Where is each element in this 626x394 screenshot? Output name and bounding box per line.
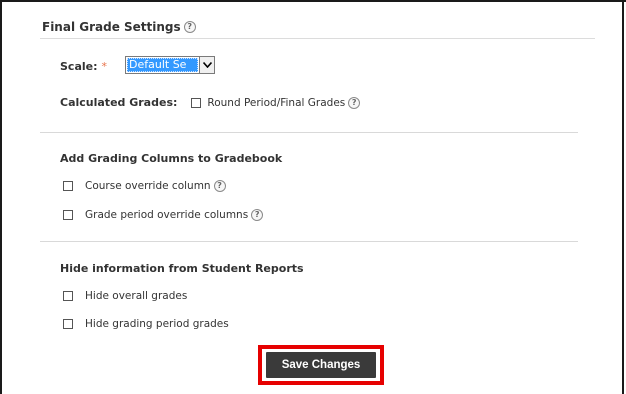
save-changes-button[interactable]: Save Changes [266, 352, 376, 378]
hide-info-title: Hide information from Student Reports [60, 262, 304, 275]
right-border [622, 0, 624, 394]
hide-overall-row: Hide overall grades [63, 290, 187, 302]
hide-overall-checkbox[interactable] [63, 291, 73, 301]
grading-columns-title: Add Grading Columns to Gradebook [60, 152, 283, 165]
hide-overall-label: Hide overall grades [85, 290, 188, 302]
hide-period-checkbox[interactable] [63, 319, 73, 329]
scale-label: Scale: [60, 60, 98, 73]
grade-period-override-checkbox[interactable] [63, 210, 73, 220]
calculated-grades-label: Calculated Grades: [60, 96, 178, 109]
section-divider [40, 38, 595, 39]
required-marker: * [101, 60, 108, 73]
course-override-label: Course override column [85, 180, 211, 192]
scale-select-value: Default Se [127, 58, 198, 72]
round-grades-checkbox[interactable] [191, 97, 202, 108]
hide-period-row: Hide grading period grades [63, 318, 229, 330]
grade-period-override-label: Grade period override columns [85, 209, 249, 221]
round-grades-label: Round Period/Final Grades [207, 96, 346, 109]
help-icon[interactable]: ? [348, 96, 361, 109]
hide-period-label: Hide grading period grades [85, 318, 229, 330]
section-title-text: Final Grade Settings [42, 20, 181, 34]
help-icon[interactable]: ? [213, 180, 226, 192]
divider [40, 241, 578, 242]
course-override-checkbox[interactable] [63, 181, 73, 191]
chevron-down-icon[interactable] [199, 57, 214, 73]
save-highlight-box: Save Changes [258, 345, 384, 385]
course-override-row: Course override column ? [63, 180, 226, 192]
calculated-grades-row: Calculated Grades: Round Period/Final Gr… [60, 96, 361, 109]
scale-row: Scale: * [60, 60, 107, 73]
section-title: Final Grade Settings ? [42, 20, 196, 34]
scale-select[interactable]: Default Se [125, 56, 215, 74]
divider [40, 132, 578, 133]
help-icon[interactable]: ? [251, 209, 264, 221]
help-icon[interactable]: ? [183, 21, 196, 33]
left-border [0, 0, 2, 394]
grade-period-override-row: Grade period override columns ? [63, 209, 264, 221]
